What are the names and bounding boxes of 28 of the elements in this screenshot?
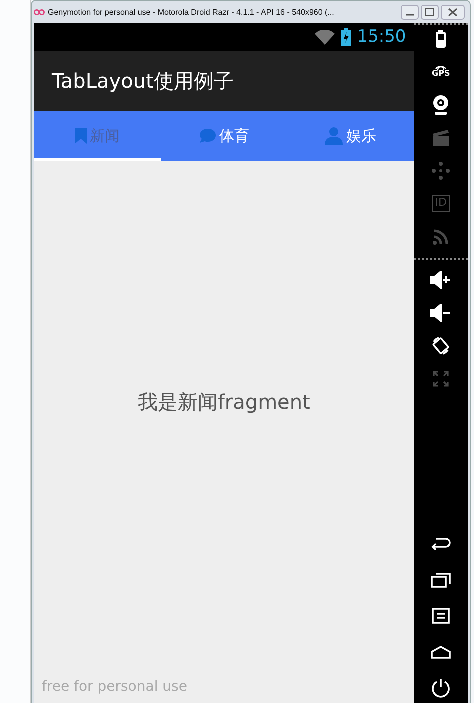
maximize-button[interactable] (421, 4, 439, 20)
rotate-icon[interactable] (431, 336, 452, 356)
close-button[interactable] (441, 4, 465, 20)
tab[interactable]: 体育 (160, 111, 288, 161)
app-bar-title: TabLayout使用例子 (52, 68, 234, 94)
tab[interactable]: 娱乐 (288, 111, 414, 161)
menu-icon[interactable] (432, 608, 450, 624)
battery-icon[interactable] (435, 30, 448, 48)
volume-down-icon[interactable] (430, 304, 452, 322)
status-time: 15:50 (357, 27, 406, 47)
window-title: Genymotion for personal use - Motorola Droid Razr - 4.1.1 - API 16 - 540x960 (... (48, 8, 336, 16)
gps-button[interactable]: GPS (432, 65, 450, 78)
person-icon (325, 127, 344, 145)
volume-up-icon[interactable] (430, 270, 452, 288)
recent-apps-icon[interactable] (431, 572, 452, 588)
app-logo-icon (34, 8, 45, 16)
webcam-icon[interactable] (432, 94, 450, 114)
bookmark-icon (74, 128, 87, 144)
back-icon[interactable] (431, 536, 452, 550)
home-icon[interactable] (431, 644, 452, 658)
battery-charging-icon (341, 28, 352, 46)
watermark-text: free for personal use (42, 679, 188, 695)
minimize-button[interactable] (401, 4, 419, 20)
chat-bubble-icon (198, 128, 217, 144)
signal-waves-icon (435, 65, 448, 70)
power-icon[interactable] (431, 678, 452, 698)
wifi-icon (315, 30, 336, 44)
fragment-text: 我是新闻fragment (138, 388, 310, 416)
